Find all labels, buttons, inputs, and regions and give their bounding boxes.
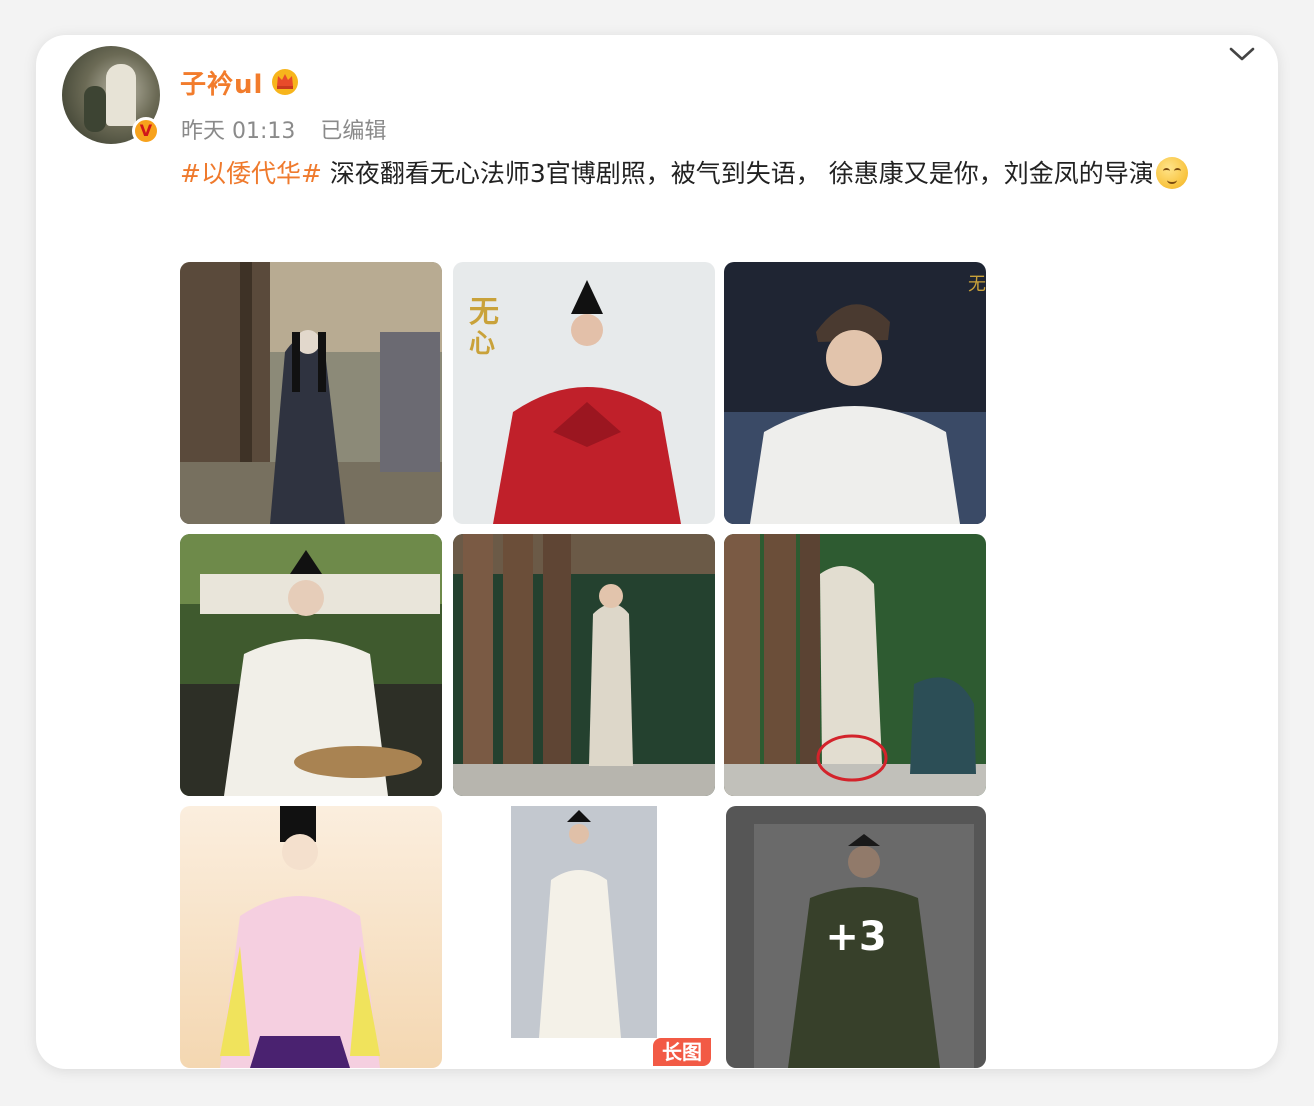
image-tile-2[interactable]: 无 心 <box>453 262 715 524</box>
verified-badge: V <box>132 117 160 145</box>
svg-text:心: 心 <box>469 329 495 359</box>
chevron-down-icon[interactable] <box>1226 42 1258 66</box>
image-tile-4[interactable] <box>180 534 442 796</box>
image-tile-1[interactable] <box>180 262 442 524</box>
username[interactable]: 子衿ul <box>180 64 263 101</box>
post-meta: 昨天 01:13 已编辑 <box>181 113 404 145</box>
hashtag-link[interactable]: #以倭代华# <box>180 159 322 188</box>
image-tile-9[interactable]: +3 <box>726 806 986 1068</box>
image-tile-7[interactable] <box>180 806 442 1068</box>
image-tile-5[interactable] <box>453 534 715 796</box>
svg-text:无: 无 <box>968 274 986 295</box>
image-tile-6[interactable] <box>724 534 986 796</box>
image-tile-3[interactable]: 无 <box>724 262 986 524</box>
post-text: #以倭代华# 深夜翻看无心法师3官博剧照，被气到失语， 徐惠康又是你，刘金凤的导… <box>180 150 1260 198</box>
more-images-overlay[interactable]: +3 <box>726 806 986 1068</box>
post-body: 深夜翻看无心法师3官博剧照，被气到失语， 徐惠康又是你，刘金凤的导演 <box>321 159 1154 188</box>
image-tile-8[interactable]: 长图 <box>453 806 715 1068</box>
svg-text:无: 无 <box>469 295 499 330</box>
edited-label: 已编辑 <box>320 119 387 144</box>
speechless-face-icon <box>1155 157 1188 189</box>
timestamp: 昨天 01:13 <box>181 119 296 144</box>
long-image-badge: 长图 <box>653 1038 711 1066</box>
crown-icon <box>272 69 298 95</box>
